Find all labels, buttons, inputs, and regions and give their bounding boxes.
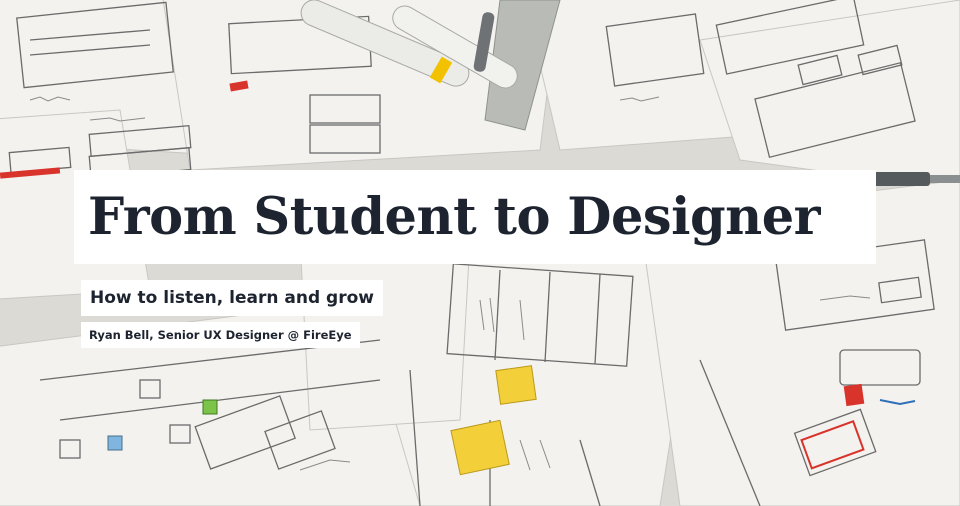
subtitle-banner: How to listen, learn and grow	[81, 280, 383, 316]
hero-banner: From Student to Designer How to listen, …	[0, 0, 960, 506]
page-title: From Student to Designer	[88, 186, 821, 247]
page-subtitle: How to listen, learn and grow	[90, 288, 374, 308]
title-banner: From Student to Designer	[74, 170, 876, 264]
byline-banner: Ryan Bell, Senior UX Designer @ FireEye	[81, 322, 360, 348]
author-byline: Ryan Bell, Senior UX Designer @ FireEye	[89, 328, 352, 342]
